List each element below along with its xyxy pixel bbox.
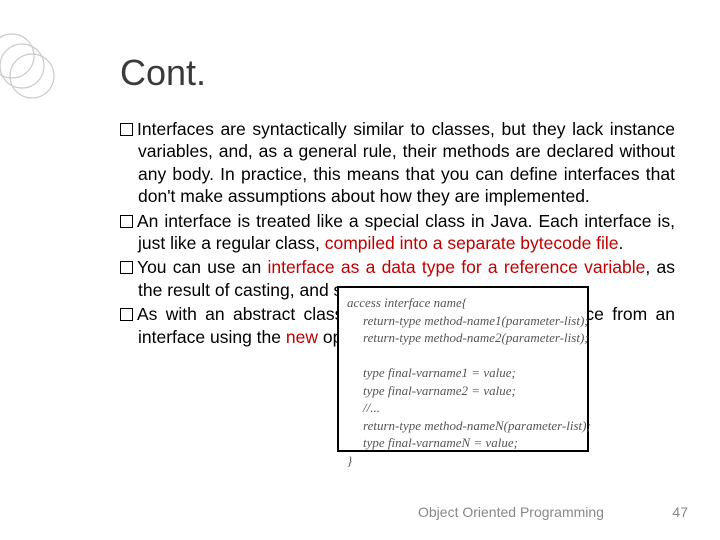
syntax-line: //...: [347, 399, 579, 417]
footer-page-number: 47: [672, 504, 688, 520]
syntax-line: return-type method-name1(parameter-list)…: [347, 312, 579, 330]
syntax-line: type final-varname1 = value;: [347, 364, 579, 382]
syntax-line: type final-varnameN = value;: [347, 434, 579, 452]
syntax-line: }: [347, 452, 579, 470]
checkbox-icon: [120, 123, 133, 136]
decorative-circles: [0, 28, 60, 138]
slide-title: Cont.: [120, 52, 206, 94]
checkbox-icon: [120, 261, 133, 274]
bullet-2: An interface is treated like a special c…: [120, 210, 675, 255]
syntax-line: [347, 347, 579, 365]
footer-course: Object Oriented Programming: [418, 504, 604, 520]
syntax-box: access interface name{ return-type metho…: [337, 286, 589, 452]
syntax-line: type final-varname2 = value;: [347, 382, 579, 400]
bullet-1: Interfaces are syntactically similar to …: [120, 118, 675, 208]
highlight-text: interface as a data type for a reference…: [267, 257, 645, 277]
syntax-line: return-type method-nameN(parameter-list)…: [347, 417, 579, 435]
highlight-text: new: [286, 327, 318, 347]
syntax-line: return-type method-name2(parameter-list)…: [347, 329, 579, 347]
checkbox-icon: [120, 308, 133, 321]
highlight-text: compiled into a separate bytecode file: [325, 233, 619, 253]
checkbox-icon: [120, 215, 133, 228]
syntax-line: access interface name{: [347, 294, 579, 312]
